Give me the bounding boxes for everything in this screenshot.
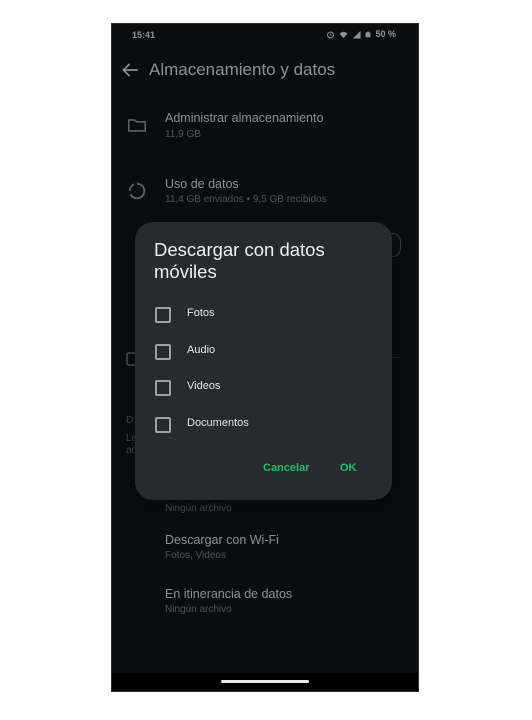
download-dialog: Descargar con datos móviles Fotos Audio … — [135, 222, 392, 500]
audio-checkbox[interactable] — [155, 344, 171, 360]
dialog-title: Descargar con datos móviles — [154, 239, 325, 282]
documentos-checkbox[interactable] — [155, 417, 171, 433]
option-documentos[interactable]: Documentos — [155, 414, 355, 436]
home-gesture-pill[interactable] — [221, 680, 309, 683]
cancel-button[interactable]: Cancelar — [263, 462, 309, 474]
audio-label: Audio — [187, 344, 216, 356]
fotos-checkbox[interactable] — [155, 307, 171, 323]
option-audio[interactable]: Audio — [155, 341, 355, 363]
navigation-bar — [112, 673, 418, 691]
documentos-label: Documentos — [187, 417, 249, 429]
videos-label: Videos — [187, 380, 221, 392]
option-fotos[interactable]: Fotos — [155, 304, 355, 326]
ok-button[interactable]: OK — [340, 462, 357, 474]
fotos-label: Fotos — [187, 307, 215, 319]
option-videos[interactable]: Videos — [155, 377, 355, 399]
videos-checkbox[interactable] — [155, 380, 171, 396]
